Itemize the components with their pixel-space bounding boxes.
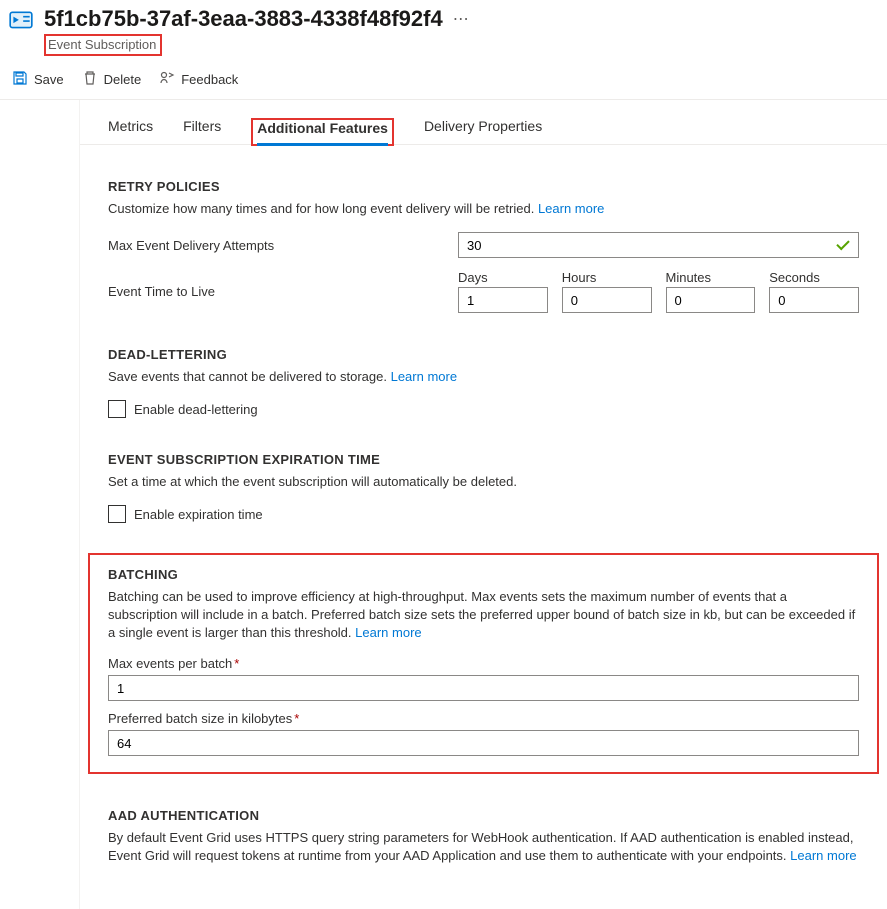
expiration-title: EVENT SUBSCRIPTION EXPIRATION TIME: [108, 452, 859, 467]
retry-learn-more-link[interactable]: Learn more: [538, 201, 604, 216]
ttl-seconds-input[interactable]: [769, 287, 859, 313]
max-attempts-label: Max Event Delivery Attempts: [108, 238, 458, 253]
tab-additional-features-highlight: Additional Features: [251, 118, 394, 146]
ttl-days-input[interactable]: [458, 287, 548, 313]
batching-description: Batching can be used to improve efficien…: [108, 588, 859, 642]
trash-icon: [82, 70, 98, 89]
required-asterisk: *: [234, 656, 239, 671]
retry-policies-section: RETRY POLICIES Customize how many times …: [80, 179, 887, 313]
pref-batch-size-label-text: Preferred batch size in kilobytes: [108, 711, 292, 726]
ttl-minutes-label: Minutes: [666, 270, 756, 285]
expiration-description: Set a time at which the event subscripti…: [108, 473, 859, 491]
feedback-icon: [159, 70, 175, 89]
required-asterisk: *: [294, 711, 299, 726]
batching-title: BATCHING: [108, 567, 859, 582]
ttl-minutes-input[interactable]: [666, 287, 756, 313]
ttl-days-label: Days: [458, 270, 548, 285]
pref-batch-size-input[interactable]: [108, 730, 859, 756]
feedback-label: Feedback: [181, 72, 238, 87]
enable-dead-lettering-checkbox[interactable]: [108, 400, 126, 418]
retry-policies-description: Customize how many times and for how lon…: [108, 200, 859, 218]
more-icon[interactable]: ⋯: [453, 9, 469, 29]
max-events-input[interactable]: [108, 675, 859, 701]
retry-policies-title: RETRY POLICIES: [108, 179, 859, 194]
batch-desc-text: Batching can be used to improve efficien…: [108, 589, 855, 640]
max-events-label-text: Max events per batch: [108, 656, 232, 671]
command-bar: Save Delete Feedback: [0, 58, 887, 100]
pref-batch-size-label: Preferred batch size in kilobytes*: [108, 711, 859, 726]
batching-section: BATCHING Batching can be used to improve…: [88, 553, 879, 774]
enable-dead-lettering-label: Enable dead-lettering: [134, 402, 258, 417]
left-gutter: [0, 100, 80, 909]
aad-auth-section: AAD AUTHENTICATION By default Event Grid…: [80, 808, 887, 865]
save-icon: [12, 70, 28, 89]
tab-strip: Metrics Filters Additional Features Deli…: [80, 100, 887, 145]
save-label: Save: [34, 72, 64, 87]
delete-button[interactable]: Delete: [82, 70, 142, 89]
dead-lettering-description: Save events that cannot be delivered to …: [108, 368, 859, 386]
ttl-seconds-label: Seconds: [769, 270, 859, 285]
aad-desc-text: By default Event Grid uses HTTPS query s…: [108, 830, 854, 863]
dead-lettering-section: DEAD-LETTERING Save events that cannot b…: [80, 347, 887, 418]
tab-filters[interactable]: Filters: [183, 118, 221, 144]
ttl-hours-input[interactable]: [562, 287, 652, 313]
resource-type-label: Event Subscription: [44, 34, 162, 56]
aad-learn-more-link[interactable]: Learn more: [790, 848, 856, 863]
expiration-section: EVENT SUBSCRIPTION EXPIRATION TIME Set a…: [80, 452, 887, 523]
delete-label: Delete: [104, 72, 142, 87]
dead-learn-more-link[interactable]: Learn more: [391, 369, 457, 384]
tab-metrics[interactable]: Metrics: [108, 118, 153, 144]
feedback-button[interactable]: Feedback: [159, 70, 238, 89]
dead-lettering-title: DEAD-LETTERING: [108, 347, 859, 362]
event-subscription-icon: [8, 8, 34, 34]
tab-delivery-properties[interactable]: Delivery Properties: [424, 118, 542, 144]
dead-desc-text: Save events that cannot be delivered to …: [108, 369, 387, 384]
save-button[interactable]: Save: [12, 70, 64, 89]
max-attempts-input[interactable]: [458, 232, 859, 258]
max-events-label: Max events per batch*: [108, 656, 859, 671]
page-header: 5f1cb75b-37af-3eaa-3883-4338f48f92f4 ⋯ E…: [0, 0, 887, 58]
page-title: 5f1cb75b-37af-3eaa-3883-4338f48f92f4: [44, 6, 443, 32]
ttl-label: Event Time to Live: [108, 284, 458, 299]
aad-auth-title: AAD AUTHENTICATION: [108, 808, 859, 823]
retry-desc-text: Customize how many times and for how lon…: [108, 201, 534, 216]
tab-additional-features[interactable]: Additional Features: [257, 120, 388, 146]
aad-auth-description: By default Event Grid uses HTTPS query s…: [108, 829, 859, 865]
batch-learn-more-link[interactable]: Learn more: [355, 625, 421, 640]
enable-expiration-checkbox[interactable]: [108, 505, 126, 523]
ttl-hours-label: Hours: [562, 270, 652, 285]
enable-expiration-label: Enable expiration time: [134, 507, 263, 522]
